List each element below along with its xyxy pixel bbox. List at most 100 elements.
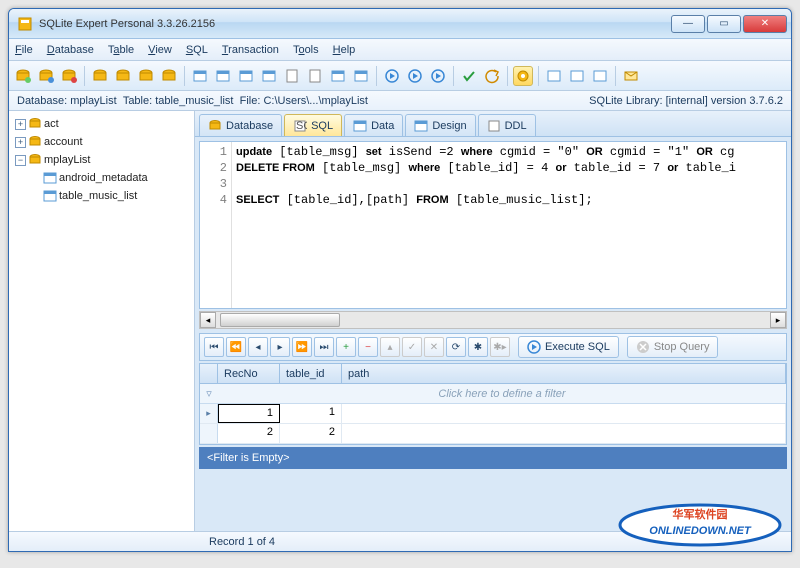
tab-database[interactable]: Database	[199, 114, 282, 136]
sql-code[interactable]: update [table_msg] set isSend =2 where c…	[232, 142, 786, 308]
tab-sql[interactable]: SQLSQL	[284, 114, 342, 136]
tb-table4[interactable]	[259, 66, 279, 86]
sql-editor[interactable]: 1234 update [table_msg] set isSend =2 wh…	[199, 141, 787, 309]
tb-new-db[interactable]	[13, 66, 33, 86]
db-tree[interactable]: + act + account − mplayList android_meta…	[9, 111, 195, 531]
tb-exec2[interactable]	[405, 66, 425, 86]
row-indicator: ▸	[200, 404, 218, 423]
results-grid[interactable]: RecNo table_id path ▿ Click here to defi…	[199, 363, 787, 445]
main-panel: Database SQLSQL Data Design DDL 1234 upd…	[195, 111, 791, 531]
app-window: SQLite Expert Personal 3.3.26.2156 — ▭ ✕…	[8, 8, 792, 552]
cell-path[interactable]	[342, 424, 786, 443]
cell-table-id[interactable]: 1	[280, 404, 342, 423]
menu-table[interactable]: Table	[108, 44, 134, 56]
scroll-thumb[interactable]	[220, 313, 340, 327]
tb-export3[interactable]	[590, 66, 610, 86]
filter-empty-label: <Filter is Empty>	[207, 452, 290, 464]
tree-item-mplaylist[interactable]: − mplayList	[11, 151, 192, 169]
nav-prev-page[interactable]: ⏪	[226, 337, 246, 357]
maximize-button[interactable]: ▭	[707, 15, 741, 33]
tb-close-db[interactable]	[59, 66, 79, 86]
collapse-icon[interactable]: −	[15, 155, 26, 166]
tb-table5[interactable]	[328, 66, 348, 86]
tree-item-act[interactable]: + act	[11, 115, 192, 133]
nav-bookmark[interactable]: ✱	[468, 337, 488, 357]
tb-table2[interactable]	[213, 66, 233, 86]
tb-table3[interactable]	[236, 66, 256, 86]
expand-icon[interactable]: +	[15, 119, 26, 130]
tb-exec1[interactable]	[382, 66, 402, 86]
tb-doc1[interactable]	[282, 66, 302, 86]
menu-view[interactable]: View	[148, 44, 172, 56]
tb-exec3[interactable]	[428, 66, 448, 86]
tree-item-android-metadata[interactable]: android_metadata	[11, 169, 192, 187]
tab-data[interactable]: Data	[344, 114, 403, 136]
filter-status-bar[interactable]: <Filter is Empty>	[199, 447, 787, 469]
tree-item-table-music-list[interactable]: table_music_list	[11, 187, 192, 205]
grid-row[interactable]: ▸ 1 1	[200, 404, 786, 424]
tb-db7[interactable]	[159, 66, 179, 86]
nav-next-page[interactable]: ⏩	[292, 337, 312, 357]
cell-table-id[interactable]: 2	[280, 424, 342, 443]
nav-refresh[interactable]: ⟳	[446, 337, 466, 357]
ddl-icon	[487, 119, 501, 133]
menu-help[interactable]: Help	[333, 44, 356, 56]
tb-db4[interactable]	[90, 66, 110, 86]
tb-export2[interactable]	[567, 66, 587, 86]
tb-settings[interactable]	[513, 66, 533, 86]
cell-recno[interactable]: 2	[218, 424, 280, 443]
menu-database[interactable]: Database	[47, 44, 94, 56]
execute-sql-button[interactable]: Execute SQL	[518, 336, 619, 358]
horizontal-scrollbar[interactable]: ◂ ▸	[199, 311, 787, 329]
nav-last[interactable]: ⏭	[314, 337, 334, 357]
nav-insert[interactable]: +	[336, 337, 356, 357]
menu-sql[interactable]: SQL	[186, 44, 208, 56]
nav-prev[interactable]: ◂	[248, 337, 268, 357]
database-icon	[208, 119, 222, 133]
menu-tools[interactable]: Tools	[293, 44, 319, 56]
grid-row[interactable]: 2 2	[200, 424, 786, 444]
tb-table1[interactable]	[190, 66, 210, 86]
menubar: File Database Table View SQL Transaction…	[9, 39, 791, 61]
tb-commit[interactable]	[459, 66, 479, 86]
grid-filter-row[interactable]: ▿ Click here to define a filter	[200, 384, 786, 404]
menu-file[interactable]: File	[15, 44, 33, 56]
nav-delete[interactable]: −	[358, 337, 378, 357]
row-indicator	[200, 424, 218, 443]
tb-open-db[interactable]	[36, 66, 56, 86]
filter-icon[interactable]: ▿	[200, 387, 218, 400]
col-table-id[interactable]: table_id	[280, 364, 342, 383]
tree-item-account[interactable]: + account	[11, 133, 192, 151]
titlebar[interactable]: SQLite Expert Personal 3.3.26.2156 — ▭ ✕	[9, 9, 791, 39]
expand-icon[interactable]: +	[15, 137, 26, 148]
col-recno[interactable]: RecNo	[218, 364, 280, 383]
close-button[interactable]: ✕	[743, 15, 787, 33]
nav-goto[interactable]: ✱▸	[490, 337, 510, 357]
tb-db6[interactable]	[136, 66, 156, 86]
tb-doc2[interactable]	[305, 66, 325, 86]
tab-ddl[interactable]: DDL	[478, 114, 536, 136]
tb-db5[interactable]	[113, 66, 133, 86]
minimize-button[interactable]: —	[671, 15, 705, 33]
menu-transaction[interactable]: Transaction	[222, 44, 279, 56]
nav-first[interactable]: ⏮	[204, 337, 224, 357]
record-navigator: ⏮ ⏪ ◂ ▸ ⏩ ⏭ + − ▴ ✓ ✕ ⟳ ✱ ✱▸ Execute SQL	[199, 333, 787, 361]
cell-path[interactable]	[342, 404, 786, 423]
database-icon	[28, 153, 42, 167]
nav-next[interactable]: ▸	[270, 337, 290, 357]
scroll-left-icon[interactable]: ◂	[200, 312, 216, 328]
tree-label: account	[44, 136, 83, 148]
tb-rollback[interactable]	[482, 66, 502, 86]
nav-cancel[interactable]: ✕	[424, 337, 444, 357]
scroll-right-icon[interactable]: ▸	[770, 312, 786, 328]
tab-design[interactable]: Design	[405, 114, 475, 136]
tb-table6[interactable]	[351, 66, 371, 86]
nav-edit[interactable]: ▴	[380, 337, 400, 357]
nav-post[interactable]: ✓	[402, 337, 422, 357]
col-path[interactable]: path	[342, 364, 786, 383]
tb-mail[interactable]	[621, 66, 641, 86]
stop-query-button[interactable]: Stop Query	[627, 336, 719, 358]
tb-export1[interactable]	[544, 66, 564, 86]
cell-recno[interactable]: 1	[218, 404, 280, 423]
filter-hint[interactable]: Click here to define a filter	[218, 388, 786, 400]
